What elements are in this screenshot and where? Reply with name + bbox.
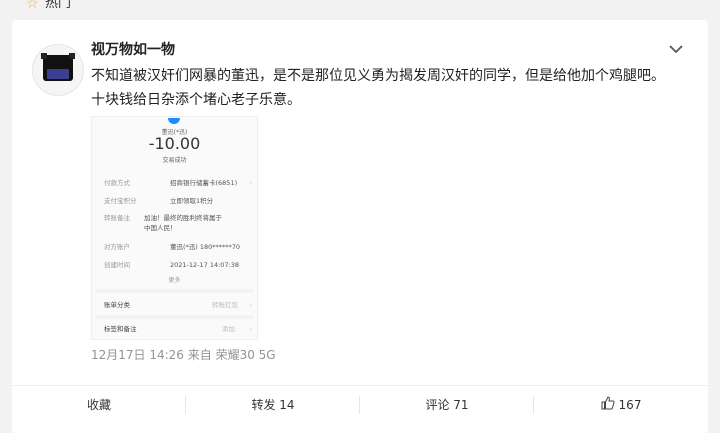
hot-header: ☆ 热门 <box>0 0 720 16</box>
payment-receipt-image[interactable]: 董迅(*迅) -10.00 交易成功 付款方式 招商银行储蓄卡(6851) › … <box>91 116 258 340</box>
post-text-line2: 十块钱给日杂添个堵心老子乐意。 <box>91 92 301 108</box>
favorite-button[interactable]: 收藏 <box>12 386 186 424</box>
chevron-right-icon: › <box>249 179 252 187</box>
chevron-down-icon[interactable] <box>667 40 685 58</box>
receipt-row: 标签和备注 添加 › <box>104 325 252 333</box>
receipt-row: 转账备注 加油！最终的胜利终将属于中国人民！ <box>104 214 222 232</box>
post-text: 不知道被汉奸们网暴的董迅，是不是那位见义勇为揭发周汉奸的同学，但是给他加个鸡腿吧… <box>91 64 691 112</box>
weibo-post-card: 视万物如一物 不知道被汉奸们网暴的董迅，是不是那位见义勇为揭发周汉奸的同学，但是… <box>12 20 708 433</box>
receipt-row: 创建时间 2021-12-17 14:07:38 <box>104 261 240 269</box>
username[interactable]: 视万物如一物 <box>91 40 175 60</box>
receipt-amount: -10.00 <box>148 134 201 153</box>
post-meta: 12月17日 14:26 来自 荣耀30 5G <box>91 348 276 362</box>
receipt-more: 更多 <box>168 277 181 284</box>
receipt-row: 账单分类 转账红包 › <box>104 301 252 309</box>
thumbs-up-icon <box>601 387 615 425</box>
avatar-image-icon <box>41 53 75 81</box>
chevron-right-icon: › <box>249 325 252 333</box>
hot-label: 热门 <box>45 0 72 11</box>
receipt-status: 交易成功 <box>162 157 187 164</box>
payee-avatar-icon <box>168 118 180 124</box>
divider <box>96 315 253 319</box>
comment-button[interactable]: 评论 71 <box>360 386 534 424</box>
chevron-right-icon: › <box>249 301 252 309</box>
avatar[interactable] <box>32 44 84 96</box>
action-bar: 收藏 转发 14 评论 71 167 <box>12 385 708 424</box>
repost-button[interactable]: 转发 14 <box>186 386 360 424</box>
post-text-line1: 不知道被汉奸们网暴的董迅，是不是那位见义勇为揭发周汉奸的同学，但是给他加个鸡腿吧… <box>91 68 665 84</box>
divider <box>96 289 253 293</box>
star-icon: ☆ <box>26 0 39 12</box>
like-button[interactable]: 167 <box>534 386 708 424</box>
receipt-row: 支付宝积分 立即领取1积分 <box>104 197 214 205</box>
receipt-row: 付款方式 招商银行储蓄卡(6851) › <box>104 179 252 187</box>
receipt-row: 对方账户 董迅(*迅) 180******70 <box>104 243 241 251</box>
